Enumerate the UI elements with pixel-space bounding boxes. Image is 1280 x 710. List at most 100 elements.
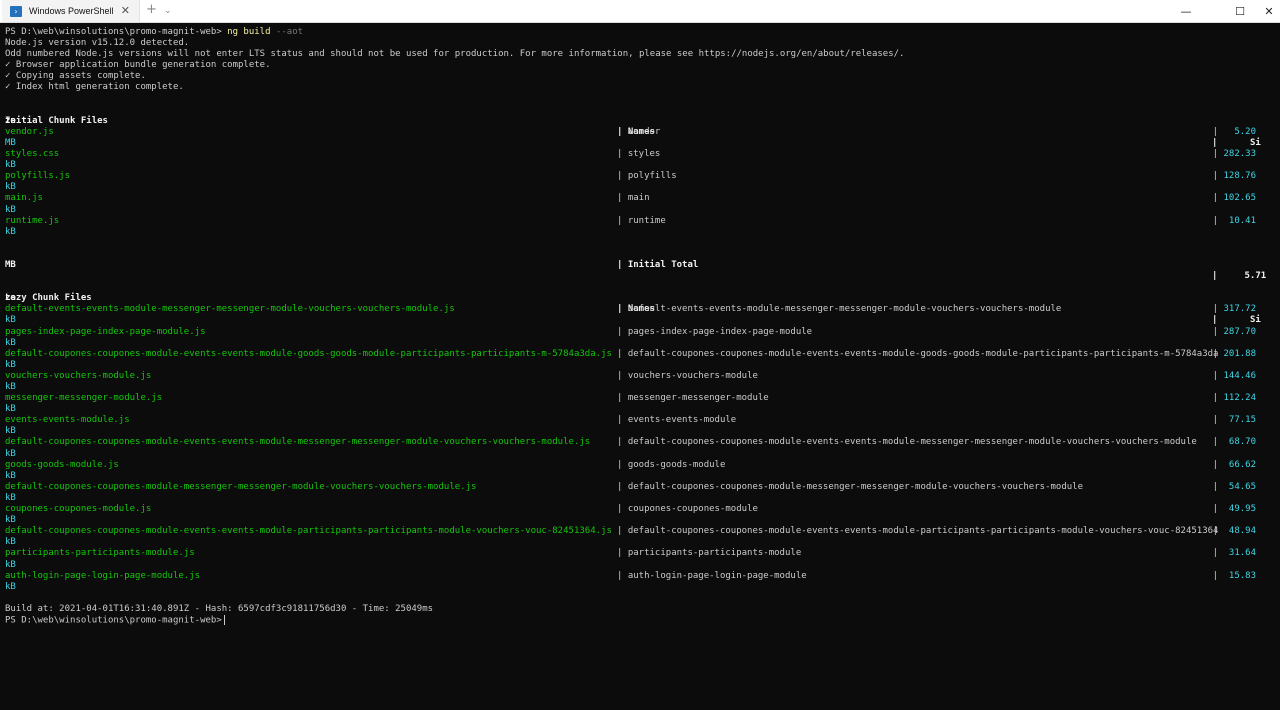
- chunk-size-unit: kB: [5, 382, 16, 392]
- chunk-size-unit: kB: [5, 204, 16, 215]
- chunk-size-unit: kB: [5, 359, 16, 370]
- title-bar: › Windows PowerShell ✕ + ⌄ — ☐ ✕: [0, 0, 1280, 23]
- tab-close-icon[interactable]: ✕: [121, 4, 130, 18]
- initial-total-row: | Initial Total | 5.71: [5, 249, 1277, 281]
- chunk-name: | default-coupones-coupones-module-event…: [617, 348, 1219, 359]
- chunk-file: main.js: [5, 193, 43, 204]
- command: ng build: [227, 27, 271, 37]
- chunk-file: default-events-events-module-messenger-m…: [5, 304, 455, 315]
- chunk-size-unit: kB: [5, 226, 16, 237]
- chunk-file: default-coupones-coupones-module-events-…: [5, 526, 612, 537]
- chunk-row: participants-participants-module.js | par…: [5, 548, 1277, 559]
- chunk-name: | events-events-module: [617, 415, 737, 426]
- chunk-name: | default-events-events-module-messenger…: [617, 304, 1062, 315]
- lazy-chunk-header: Lazy Chunk Files | Names | Si: [5, 282, 1277, 325]
- chunk-file: events-events-module.js: [5, 415, 130, 426]
- chunk-size-unit: kB: [5, 182, 16, 193]
- header-size-wrap: ze: [5, 293, 16, 304]
- chunk-file: default-coupones-coupones-module-messeng…: [5, 481, 477, 492]
- chunk-row: default-coupones-coupones-module-messeng…: [5, 482, 1277, 493]
- chunk-size-unit: MB: [5, 137, 16, 148]
- tab-windows-powershell[interactable]: › Windows PowerShell ✕: [2, 0, 140, 22]
- chunk-size: | 48.94: [1212, 526, 1256, 537]
- chunk-file: pages-index-page-index-page-module.js: [5, 326, 206, 337]
- chunk-size-unit: kB: [5, 537, 16, 548]
- chunk-name: | messenger-messenger-module: [617, 393, 769, 404]
- chunk-size: | 282.33: [1212, 149, 1256, 160]
- new-tab-button[interactable]: +: [146, 2, 157, 18]
- chunk-row: default-coupones-coupones-module-events-…: [5, 437, 1277, 448]
- close-button[interactable]: ✕: [1258, 0, 1280, 22]
- powershell-icon: ›: [10, 5, 22, 17]
- chevron-down-icon[interactable]: ⌄: [164, 4, 172, 18]
- chunk-file: styles.css: [5, 149, 60, 160]
- chunk-size: | 10.41: [1212, 215, 1256, 226]
- initial-chunk-table: vendor.js | vendor | 5.20 MB styles.css | sty…: [5, 127, 1277, 238]
- maximize-button[interactable]: ☐: [1222, 0, 1258, 22]
- chunk-size: | 54.65: [1212, 481, 1256, 492]
- chunk-row: coupones-coupones-module.js | coupones-co…: [5, 504, 1277, 515]
- final-prompt-line[interactable]: PS D:\web\winsolutions\promo-magnit-web>: [5, 614, 1277, 626]
- chunk-size-unit: kB: [5, 315, 16, 326]
- chunk-row: vendor.js | vendor | 5.20: [5, 127, 1277, 138]
- command-flag: --aot: [275, 27, 304, 37]
- minimize-button[interactable]: —: [1168, 0, 1204, 22]
- success-line: ✓ Index html generation complete.: [5, 82, 184, 93]
- chunk-row: default-coupones-coupones-module-events-…: [5, 526, 1277, 537]
- chunk-file: participants-participants-module.js: [5, 548, 195, 559]
- chunk-size: | 49.95: [1212, 504, 1256, 515]
- chunk-size: | 128.76: [1212, 171, 1256, 182]
- chunk-file: messenger-messenger-module.js: [5, 393, 163, 404]
- chunk-row: polyfills.js | polyfills | 128.76: [5, 171, 1277, 182]
- chunk-size: | 201.88: [1212, 348, 1256, 359]
- chunk-size-unit: kB: [5, 515, 16, 526]
- success-line: ✓ Browser application bundle generation …: [5, 60, 271, 71]
- build-summary: Build at: 2021-04-01T16:31:40.891Z - Has…: [5, 603, 434, 614]
- chunk-file: default-coupones-coupones-module-events-…: [5, 437, 591, 448]
- chunk-name: | styles: [617, 149, 661, 160]
- chunk-size: | 31.64: [1212, 548, 1256, 559]
- chunk-file: goods-goods-module.js: [5, 459, 119, 470]
- lazy-chunk-table: default-events-events-module-messenger-m…: [5, 304, 1277, 592]
- terminal-output[interactable]: PS D:\web\winsolutions\promo-magnit-web>…: [5, 27, 1277, 707]
- chunk-file: default-coupones-coupones-module-events-…: [5, 348, 612, 359]
- chunk-row: runtime.js | runtime | 10.41: [5, 216, 1277, 227]
- chunk-row: auth-login-page-login-page-module.js | au…: [5, 571, 1277, 582]
- chunk-name: | coupones-coupones-module: [617, 504, 758, 515]
- chunk-name: | participants-participants-module: [617, 548, 802, 559]
- chunk-size-unit: kB: [5, 448, 16, 459]
- chunk-size: | 112.24: [1212, 393, 1256, 404]
- chunk-size-unit: kB: [5, 559, 16, 570]
- chunk-name: | polyfills: [617, 171, 677, 182]
- chunk-size: | 68.70: [1212, 437, 1256, 448]
- info-line: Node.js version v15.12.0 detected.: [5, 38, 190, 49]
- chunk-name: | goods-goods-module: [617, 459, 726, 470]
- chunk-size-unit: kB: [5, 581, 16, 592]
- chunk-size-unit: kB: [5, 426, 16, 437]
- initial-chunk-header: Initial Chunk Files | Names | Si: [5, 105, 1277, 148]
- chunk-name: | vendor: [617, 126, 661, 137]
- chunk-size: | 144.46: [1212, 370, 1256, 381]
- command-line: PS D:\web\winsolutions\promo-magnit-web>…: [5, 27, 1277, 38]
- info-line: Odd numbered Node.js versions will not e…: [5, 49, 905, 60]
- chunk-size: | 102.65: [1212, 193, 1256, 204]
- chunk-name: | default-coupones-coupones-module-messe…: [617, 481, 1083, 492]
- chunk-row: default-events-events-module-messenger-m…: [5, 304, 1277, 315]
- chunk-row: pages-index-page-index-page-module.js | p…: [5, 327, 1277, 338]
- prompt: PS D:\web\winsolutions\promo-magnit-web>: [5, 27, 222, 37]
- chunk-file: polyfills.js: [5, 171, 71, 182]
- chunk-row: goods-goods-module.js | goods-goods-modul…: [5, 460, 1277, 471]
- chunk-size: | 77.15: [1212, 415, 1256, 426]
- chunk-row: styles.css | styles | 282.33: [5, 149, 1277, 160]
- header-size-wrap: ze: [5, 115, 16, 126]
- chunk-size-unit: kB: [5, 404, 16, 415]
- chunk-size: | 287.70: [1212, 326, 1256, 337]
- chunk-size: | 66.62: [1212, 459, 1256, 470]
- chunk-size-unit: kB: [5, 470, 16, 481]
- chunk-row: vouchers-vouchers-module.js | vouchers-vo…: [5, 371, 1277, 382]
- chunk-size: | 317.72: [1212, 304, 1256, 315]
- chunk-name: | vouchers-vouchers-module: [617, 370, 758, 381]
- chunk-file: coupones-coupones-module.js: [5, 504, 152, 515]
- chunk-file: vouchers-vouchers-module.js: [5, 370, 152, 381]
- chunk-row: default-coupones-coupones-module-events-…: [5, 349, 1277, 360]
